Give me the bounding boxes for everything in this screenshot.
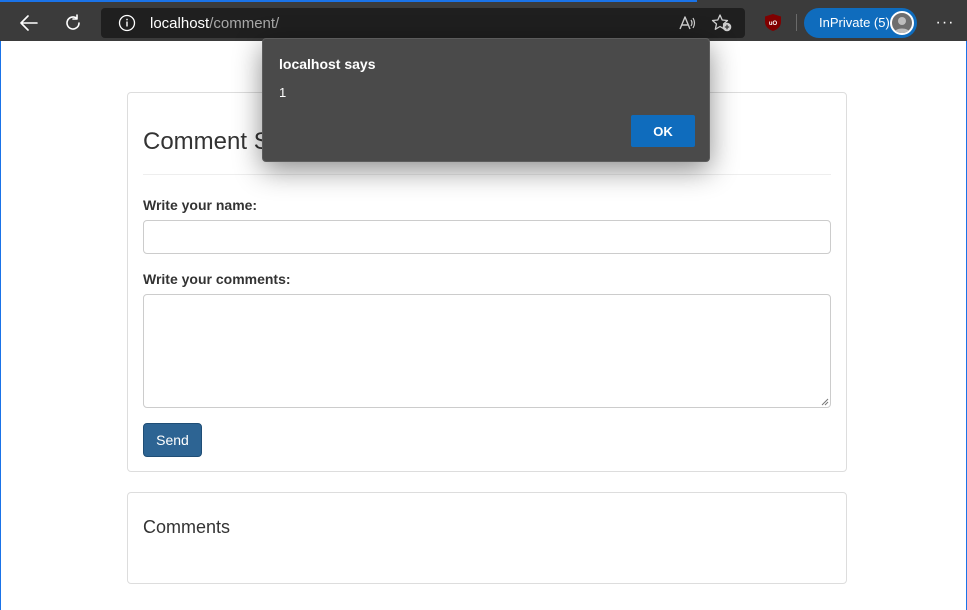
favorite-add-icon[interactable]: [711, 13, 733, 38]
refresh-icon: [66, 14, 80, 30]
read-aloud-icon[interactable]: [677, 13, 697, 38]
comments-label: Write your comments:: [143, 271, 291, 287]
address-bar[interactable]: localhost/comment/: [101, 8, 745, 38]
info-icon[interactable]: [118, 14, 136, 37]
inprivate-label: InPrivate (5): [819, 15, 890, 30]
address-url[interactable]: localhost/comment/: [150, 15, 279, 32]
send-button[interactable]: Send: [143, 423, 202, 457]
inprivate-button[interactable]: InPrivate (5): [804, 8, 917, 38]
refresh-button[interactable]: [58, 8, 88, 38]
page-load-progress: [0, 0, 697, 2]
url-path: /comment/: [209, 15, 280, 32]
back-button[interactable]: [14, 8, 44, 38]
form-title: Comment S: [143, 128, 270, 155]
comments-panel: Comments: [127, 492, 847, 584]
alert-message: 1: [279, 85, 287, 100]
back-arrow-icon: [20, 15, 38, 31]
alert-ok-button[interactable]: OK: [631, 115, 695, 147]
profile-avatar-icon: [890, 11, 914, 35]
resize-grip-icon[interactable]: [819, 396, 829, 406]
name-label: Write your name:: [143, 197, 258, 213]
alert-title: localhost says: [279, 56, 376, 72]
browser-toolbar: localhost/comment/ uO InPrivate (5) ···: [0, 0, 967, 41]
form-divider: [143, 174, 831, 175]
comments-title: Comments: [143, 517, 231, 537]
more-icon: ···: [935, 14, 955, 31]
comments-textarea[interactable]: [143, 294, 831, 408]
toolbar-divider: [796, 14, 797, 31]
more-menu-button[interactable]: ···: [930, 8, 960, 38]
url-host: localhost: [150, 15, 210, 32]
ublock-origin-icon[interactable]: uO: [764, 13, 782, 32]
svg-text:uO: uO: [769, 21, 778, 27]
alert-dialog: localhost says 1 OK: [262, 38, 710, 162]
name-input[interactable]: [143, 220, 831, 254]
